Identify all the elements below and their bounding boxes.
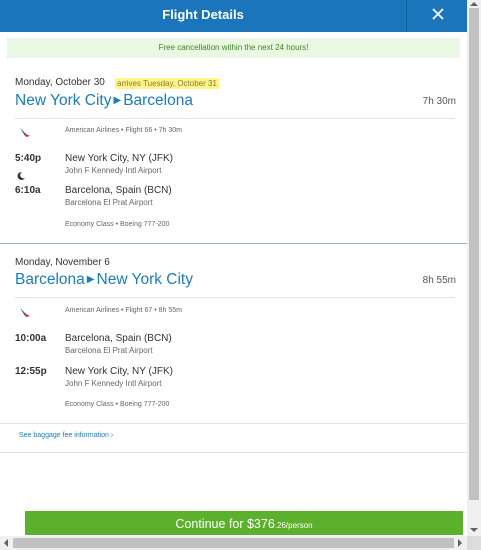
route-destination: New York City [96,271,193,288]
outbound-flight-info: American Airlines • Flight 66 • 7h 30m [65,127,182,134]
arrives-next-day-badge: arrives Tuesday, October 31 [115,78,219,89]
overnight-moon-icon [16,168,26,186]
close-button[interactable] [406,0,468,32]
continue-label[interactable]: Continue for $376 [175,517,274,531]
scrollbar-corner [467,536,481,550]
return-arrive-city: New York City, NY (JFK) [65,366,173,377]
divider [0,423,467,424]
outbound-arrive-airport: Barcelona El Prat Airport [65,198,153,207]
american-airlines-logo-icon [19,125,32,143]
vertical-scroll-thumb[interactable] [469,8,479,500]
route-origin: Barcelona [15,271,85,288]
return-date: Monday, November 6 [15,257,110,268]
return-depart-time: 10:00a [15,333,47,344]
divider [15,297,455,298]
header-bar: Flight Details [0,0,467,32]
dialog-title: Flight Details [162,7,244,22]
route-origin: New York City [15,92,112,109]
outbound-arrive-city: Barcelona, Spain (BCN) [65,185,172,196]
return-duration: 8h 55m [422,275,456,286]
baggage-fee-link[interactable]: See baggage fee information › [19,432,113,439]
return-depart-airport: Barcelona El Prat Airport [65,346,153,355]
return-route: Barcelona ▶ New York City [15,271,193,289]
free-cancellation-banner: Free cancellation within the next 24 hou… [7,38,460,58]
chevron-right-icon[interactable]: › [111,432,113,439]
outbound-duration: 7h 30m [422,96,456,107]
return-flight-info: American Airlines • Flight 67 • 8h 55m [65,307,182,314]
route-arrow-icon: ▶ [113,95,122,106]
outbound-depart-airport: John F Kennedy Intl Airport [65,166,162,175]
divider [15,118,455,119]
scroll-left-arrow-icon[interactable] [4,539,8,547]
outbound-depart-city: New York City, NY (JFK) [65,153,173,164]
return-depart-city: Barcelona, Spain (BCN) [65,333,172,344]
outbound-arrive-time: 6:10a [15,185,41,196]
return-cabin-info: Economy Class • Boeing 777-200 [65,401,170,408]
outbound-depart-time: 5:40p [15,153,42,164]
baggage-fee-link-label[interactable]: See baggage fee information [19,432,109,439]
continue-button[interactable]: Continue for $376.26/person [25,511,463,535]
scroll-right-arrow-icon[interactable] [458,539,462,547]
outbound-date: Monday, October 30 [15,77,105,88]
continue-price-suffix[interactable]: .26/person [275,521,313,530]
horizontal-scroll-thumb[interactable] [13,538,454,548]
scroll-up-arrow-icon[interactable] [470,2,478,6]
return-arrive-time: 12:55p [15,366,47,377]
close-icon[interactable] [431,7,444,25]
route-arrow-icon: ▶ [86,274,95,285]
american-airlines-logo-icon [19,305,32,323]
return-arrive-airport: John F Kennedy Intl Airport [65,379,162,388]
divider [0,452,467,453]
route-destination: Barcelona [123,92,193,109]
section-divider [0,243,467,244]
scroll-down-arrow-icon[interactable] [470,528,478,532]
outbound-cabin-info: Economy Class • Boeing 777-200 [65,221,170,228]
outbound-route: New York City ▶ Barcelona [15,92,193,110]
